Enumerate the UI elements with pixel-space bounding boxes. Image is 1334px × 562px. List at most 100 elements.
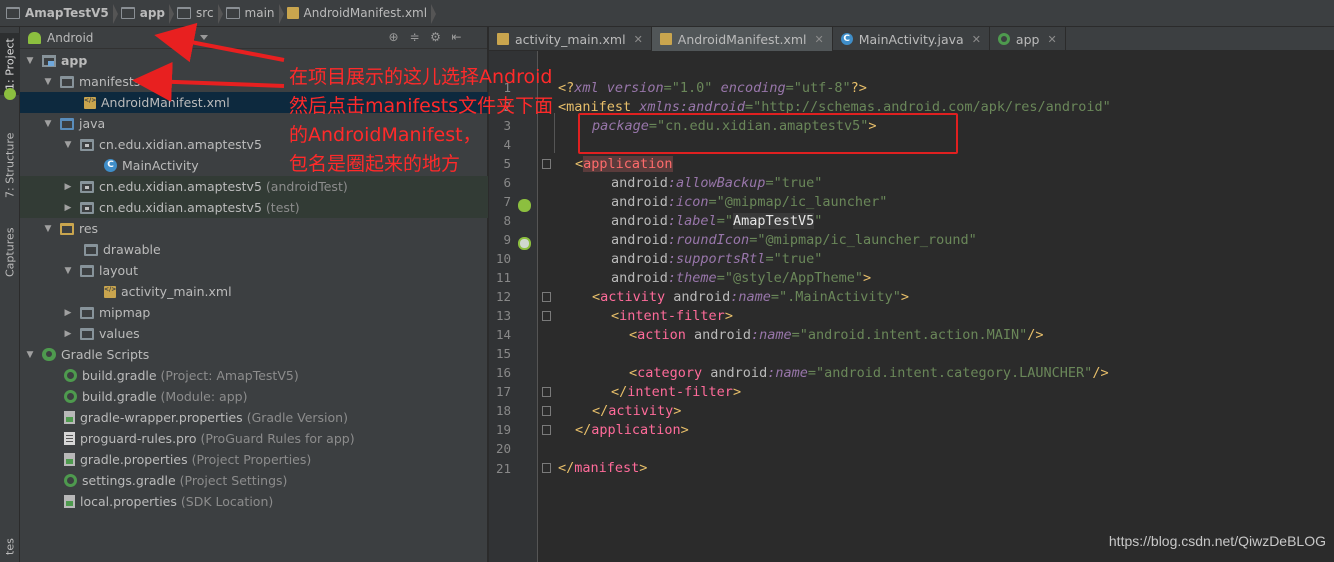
- project-view-header: Android ⊕ ≑ ⚙ ⇤: [20, 27, 487, 49]
- line-number: 4: [503, 137, 511, 152]
- code-line-1: <?xml version="1.0" encoding="utf-8"?>: [558, 80, 867, 96]
- breadcrumb-file[interactable]: AndroidManifest.xml: [281, 0, 436, 27]
- gradle-icon: [64, 369, 77, 382]
- annotation-line-1: 在项目展示的这儿选择Android: [289, 66, 553, 88]
- close-icon[interactable]: ✕: [634, 33, 643, 46]
- tree-item-res[interactable]: ▼ res: [20, 218, 488, 239]
- tree-item-drawable[interactable]: drawable: [20, 239, 488, 260]
- tree-item-values[interactable]: ▶ values: [20, 323, 488, 344]
- scroll-from-source-icon[interactable]: ⊕: [386, 30, 401, 44]
- tree-item-settings-gradle[interactable]: settings.gradle (Project Settings): [20, 470, 488, 491]
- resource-folder-icon: [60, 222, 74, 235]
- line-number: 10: [495, 251, 511, 266]
- tree-item-gradle-properties[interactable]: gradle.properties (Project Properties): [20, 449, 488, 470]
- folder-icon: [80, 306, 94, 319]
- round-icon-preview[interactable]: [518, 237, 531, 250]
- close-icon[interactable]: ✕: [972, 33, 981, 46]
- tab-activity-main-xml[interactable]: activity_main.xml ✕: [489, 27, 652, 51]
- fold-marker-icon[interactable]: [542, 292, 551, 302]
- line-number: 6: [503, 175, 511, 190]
- tab-app-gradle[interactable]: app ✕: [990, 27, 1066, 51]
- class-icon: C: [840, 33, 853, 45]
- expand-arrow-icon[interactable]: ▼: [62, 140, 74, 150]
- expand-arrow-icon[interactable]: ▼: [62, 266, 74, 276]
- tree-item-mipmap[interactable]: ▶ mipmap: [20, 302, 488, 323]
- tab-mainactivity-java[interactable]: C MainActivity.java ✕: [833, 27, 990, 51]
- code-line-9: android:roundIcon="@mipmap/ic_launcher_r…: [611, 232, 977, 248]
- indent-guide: [554, 113, 555, 153]
- breadcrumb-src[interactable]: src: [171, 0, 223, 27]
- android-icon: [28, 31, 41, 44]
- code-line-19: </application>: [575, 422, 689, 438]
- breadcrumb-project[interactable]: AmapTestV5: [0, 0, 118, 27]
- line-number: 8: [503, 213, 511, 228]
- project-tool-tab[interactable]: 1: Project: [0, 33, 20, 95]
- folder-icon: [84, 243, 98, 256]
- tree-item-gradle-scripts[interactable]: ▼ Gradle Scripts: [20, 344, 488, 365]
- code-line-5: <application: [575, 156, 673, 172]
- line-number: 17: [495, 384, 511, 399]
- tree-item-build-gradle-module[interactable]: build.gradle (Module: app): [20, 386, 488, 407]
- code-line-18: </activity>: [592, 403, 682, 419]
- gradle-icon: [997, 33, 1010, 45]
- line-number: 18: [495, 403, 511, 418]
- close-icon[interactable]: ✕: [1047, 33, 1056, 46]
- collapse-arrow-icon[interactable]: ▶: [62, 203, 74, 213]
- fold-marker-icon[interactable]: [542, 425, 551, 435]
- xml-file-icon: [286, 7, 299, 19]
- settings-gear-icon[interactable]: ⚙: [428, 30, 443, 44]
- code-line-8: android:label="AmapTestV5": [611, 213, 823, 229]
- fold-marker-icon[interactable]: [542, 159, 551, 169]
- code-line-6: android:allowBackup="true": [611, 175, 823, 191]
- tree-item-proguard-rules[interactable]: proguard-rules.pro (ProGuard Rules for ap…: [20, 428, 488, 449]
- properties-file-icon: [64, 453, 75, 466]
- collapse-all-icon[interactable]: ≑: [407, 30, 422, 44]
- xml-file-icon: [84, 96, 96, 109]
- line-number-gutter: 1 2 3 4 5 6 7 8 9 10 11 12 13 14 15 16 1…: [489, 51, 538, 562]
- class-icon: C: [104, 159, 117, 172]
- project-view-selector[interactable]: Android: [47, 31, 93, 45]
- expand-arrow-icon[interactable]: ▼: [24, 56, 36, 66]
- module-icon: [42, 54, 56, 67]
- close-icon[interactable]: ✕: [815, 33, 824, 46]
- fold-marker-icon[interactable]: [542, 463, 551, 473]
- favorites-tool-tab[interactable]: tes: [0, 532, 20, 562]
- android-icon-preview[interactable]: [518, 199, 531, 212]
- fold-marker-icon[interactable]: [542, 311, 551, 321]
- editor-tab-bar: activity_main.xml ✕ AndroidManifest.xml ✕ …: [489, 27, 1334, 51]
- tree-item-package-androidtest[interactable]: ▶ cn.edu.xidian.amaptestv5 (androidTest): [20, 176, 488, 197]
- tree-item-package-test[interactable]: ▶ cn.edu.xidian.amaptestv5 (test): [20, 197, 488, 218]
- expand-arrow-icon[interactable]: ▼: [42, 77, 54, 87]
- collapse-arrow-icon[interactable]: ▶: [62, 182, 74, 192]
- line-number: 15: [495, 346, 511, 361]
- captures-tool-tab[interactable]: Captures: [0, 217, 20, 287]
- tree-item-build-gradle-project[interactable]: build.gradle (Project: AmapTestV5): [20, 365, 488, 386]
- expand-arrow-icon[interactable]: ▼: [24, 350, 36, 360]
- xml-file-icon: [497, 33, 509, 45]
- collapse-arrow-icon[interactable]: ▶: [62, 308, 74, 318]
- fold-marker-icon[interactable]: [542, 406, 551, 416]
- breadcrumb-main[interactable]: main: [220, 0, 284, 27]
- hide-panel-icon[interactable]: ⇤: [449, 30, 464, 44]
- tree-item-local-properties[interactable]: local.properties (SDK Location): [20, 491, 488, 512]
- collapse-arrow-icon[interactable]: ▶: [62, 329, 74, 339]
- tab-androidmanifest-xml[interactable]: AndroidManifest.xml ✕: [651, 27, 833, 51]
- tree-item-activity-main-xml[interactable]: activity_main.xml: [20, 281, 488, 302]
- folder-icon: [177, 7, 192, 19]
- breadcrumb-module[interactable]: app: [115, 0, 175, 27]
- expand-arrow-icon[interactable]: ▼: [42, 119, 54, 129]
- android-icon: [4, 88, 16, 100]
- line-number: 19: [495, 422, 511, 437]
- code-line-10: android:supportsRtl="true": [611, 251, 823, 267]
- watermark: https://blog.csdn.net/QiwzDeBLOG: [1108, 533, 1326, 549]
- line-number: 14: [495, 327, 511, 342]
- dropdown-arrow-icon[interactable]: [200, 35, 208, 40]
- structure-tool-tab[interactable]: 7: Structure: [0, 119, 20, 211]
- code-line-11: android:theme="@style/AppTheme">: [611, 270, 872, 286]
- expand-arrow-icon[interactable]: ▼: [42, 224, 54, 234]
- xml-file-icon: [659, 33, 672, 45]
- tree-item-layout[interactable]: ▼ layout: [20, 260, 488, 281]
- fold-marker-icon[interactable]: [542, 387, 551, 397]
- line-number: 11: [495, 270, 511, 285]
- tree-item-gradle-wrapper-properties[interactable]: gradle-wrapper.properties (Gradle Version…: [20, 407, 488, 428]
